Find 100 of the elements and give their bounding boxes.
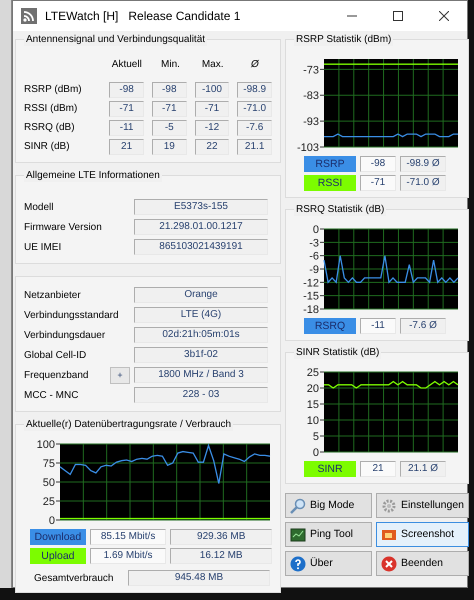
row-label: RSSI (dBm) [24,102,78,116]
group-title: RSRQ Statistik (dB) [294,203,386,216]
legend-label: RSSI [304,175,356,191]
value-field: 21.1 [237,138,272,154]
axis-tick [320,242,324,243]
row-label: RSRQ (dB) [24,121,76,135]
info-label: Modell [24,200,54,214]
tick-label: -73 [303,64,319,76]
legend-label: SINR [304,461,356,477]
maximize-icon[interactable] [393,11,403,21]
tick-label: 20 [306,383,319,395]
value-field: 21.1 Ø [400,461,446,477]
value-field: 3b1f-02 [134,347,268,363]
value-field: -98 [109,82,144,98]
axis-tick [320,282,324,283]
tick-label: 5 [312,431,319,443]
group-title: SINR Statistik (dB) [294,346,382,359]
tick-label: 15 [306,399,319,411]
toolbar-button[interactable]: Beenden [376,551,469,576]
value-field: E5373s-155 [134,199,268,215]
signal-icon [21,8,37,24]
value-field: 02d:21h:05m:01s [134,327,268,343]
info-label: Global Cell-ID [24,348,88,362]
value-field: -98.9 [237,82,272,98]
value-field: 865103021439191 [134,239,268,255]
group-title: Antennensignal und Verbindungsqualität [24,33,208,46]
magnifier-icon [290,498,306,514]
value-field: -71.0 [237,100,272,116]
info-label: MCC - MNC [24,388,80,402]
tick-label: 0 [312,225,319,236]
value-field: 228 - 03 [134,387,268,403]
axis-tick [56,500,60,502]
row-label: SINR (dB) [24,140,71,154]
monitor-icon [290,526,306,542]
value-field: 929.36 MB [170,529,272,545]
legend-label: Upload [30,548,86,564]
tick-label: -83 [303,90,319,102]
value-field: 16.12 MB [170,548,272,564]
tick-label: -103 [296,142,319,153]
toolbar-button[interactable]: Einstellungen [376,493,469,518]
value-field: -12 [194,120,230,136]
legend-label: RSRP [304,156,356,172]
value-field: 19 [152,138,187,154]
value-field: -71 [360,175,396,191]
toolbar-button[interactable]: Über [285,551,372,576]
toolbar-button[interactable]: Screenshot [376,522,469,547]
toolbar-button[interactable]: Ping Tool [285,522,372,547]
tick-label: 10 [306,415,319,427]
info-label: Frequenzband [24,368,90,382]
toolbar-button[interactable]: Big Mode [285,493,372,518]
tick-label: -6 [309,250,319,263]
tick-label: 50 [42,477,55,489]
axis-tick [320,68,324,70]
info-label: Netzanbieter [24,288,82,302]
axis-tick [320,255,324,256]
expand-button[interactable]: + [110,366,130,384]
row-label: RSRP (dBm) [24,83,83,97]
value-field: LTE (4G) [134,307,268,323]
value-field: 22 [194,138,230,154]
tick-label: -18 [303,304,319,315]
value-field: -11 [360,318,396,334]
value-field: 85.15 Mbit/s [90,529,166,545]
axis-tick [320,94,324,96]
tick-label: -12 [303,277,319,290]
value-field: -7.6 Ø [400,318,446,334]
tick-label: -9 [309,264,319,276]
axis-tick [320,308,324,310]
tick-label: 0 [48,515,55,526]
value-field: -98 [360,156,396,172]
axis-tick [320,146,324,148]
value-field: -7.6 [237,120,272,136]
value-field: 945.48 MB [128,570,270,586]
value-field: -11 [109,120,144,136]
value-field: -98 [152,82,187,98]
axis-tick [320,268,324,270]
value-field: -98.9 Ø [400,156,446,172]
close-icon[interactable] [439,11,449,21]
value-field: -71 [109,100,144,116]
value-field: Orange [134,287,268,303]
column-header: Max. [200,58,225,72]
info-label: Firmware Version [24,220,103,234]
value-field: 1.69 Mbit/s [90,548,166,564]
column-header: Min. [160,58,181,72]
tick-label: -15 [303,290,319,303]
tick-label: -93 [303,116,319,128]
axis-tick [320,120,324,122]
window-title: LTEWatch [H] Release Candidate 1 [45,8,242,25]
tick-label: 25 [306,368,319,379]
value-field: -5 [152,120,187,136]
group-title: Aktuelle(r) Datenübertragungsrate / Verbrauch [24,418,234,431]
total-label: Gesamtverbrauch [33,572,114,586]
close-icon [380,556,397,572]
group-title: RSRP Statistik (dBm) [294,33,394,46]
legend-label: RSRQ [304,318,356,334]
value-field: -100 [194,82,230,98]
tick-label: 25 [42,496,55,508]
info-label: Verbindungsstandard [24,308,120,322]
axis-tick [320,228,324,230]
value-field: 1800 MHz / Band 3 [134,367,268,383]
tick-label: 100 [36,440,55,451]
